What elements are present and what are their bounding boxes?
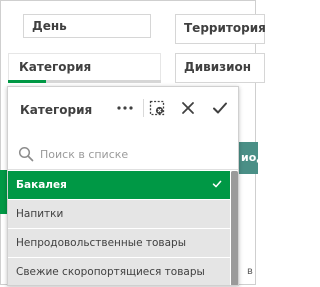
scrollbar-thumb[interactable] [231, 171, 238, 285]
listbox-items: Бакалея Напитки Непродовольственные това… [8, 171, 230, 285]
search-row [8, 139, 238, 170]
filter-day[interactable]: День [23, 14, 151, 38]
list-item-nonfood[interactable]: Непродовольственные товары [8, 229, 230, 258]
cancel-selection-button[interactable] [177, 97, 199, 119]
list-item-grocery[interactable]: Бакалея [8, 171, 230, 200]
list-item-fresh-perishables[interactable]: Свежие скоропортящиеся товары [8, 258, 230, 285]
filter-territory-label: Территория [184, 21, 266, 35]
list-item-label: Свежие скоропортящиеся товары [16, 266, 205, 278]
search-input[interactable] [40, 144, 230, 164]
background-header-text: иод [241, 151, 266, 164]
more-icon [117, 106, 133, 110]
background-peek-text: в [247, 266, 253, 277]
clear-selections-icon [149, 100, 165, 116]
filter-category-label: Категория [19, 60, 92, 74]
filter-division-label: Дивизион [184, 60, 252, 74]
selected-check-icon [212, 180, 222, 188]
filter-division[interactable]: Дивизион [175, 53, 265, 83]
search-icon [18, 146, 34, 162]
filter-category-selection-fill [8, 80, 47, 83]
more-button[interactable] [114, 97, 136, 119]
close-icon [182, 102, 194, 114]
list-item-label: Непродовольственные товары [16, 237, 186, 249]
filter-category[interactable]: Категория [8, 53, 161, 83]
filter-day-label: День [32, 19, 67, 33]
listbox-title: Категория [20, 103, 93, 117]
confirm-selection-button[interactable] [209, 97, 231, 119]
list-item-beverages[interactable]: Напитки [8, 200, 230, 229]
filter-territory[interactable]: Территория [175, 14, 266, 44]
list-item-label: Бакалея [16, 179, 67, 191]
clear-selections-button[interactable] [146, 97, 168, 119]
toolbar-divider [143, 99, 144, 117]
filter-category-selection-bar [8, 80, 161, 83]
checkmark-icon [213, 102, 227, 114]
background-teal-header: иод [239, 142, 265, 174]
list-item-label: Напитки [16, 208, 64, 220]
listbox-scrollbar[interactable] [231, 171, 238, 285]
listbox-popup: Категория Бакалея [7, 86, 239, 286]
